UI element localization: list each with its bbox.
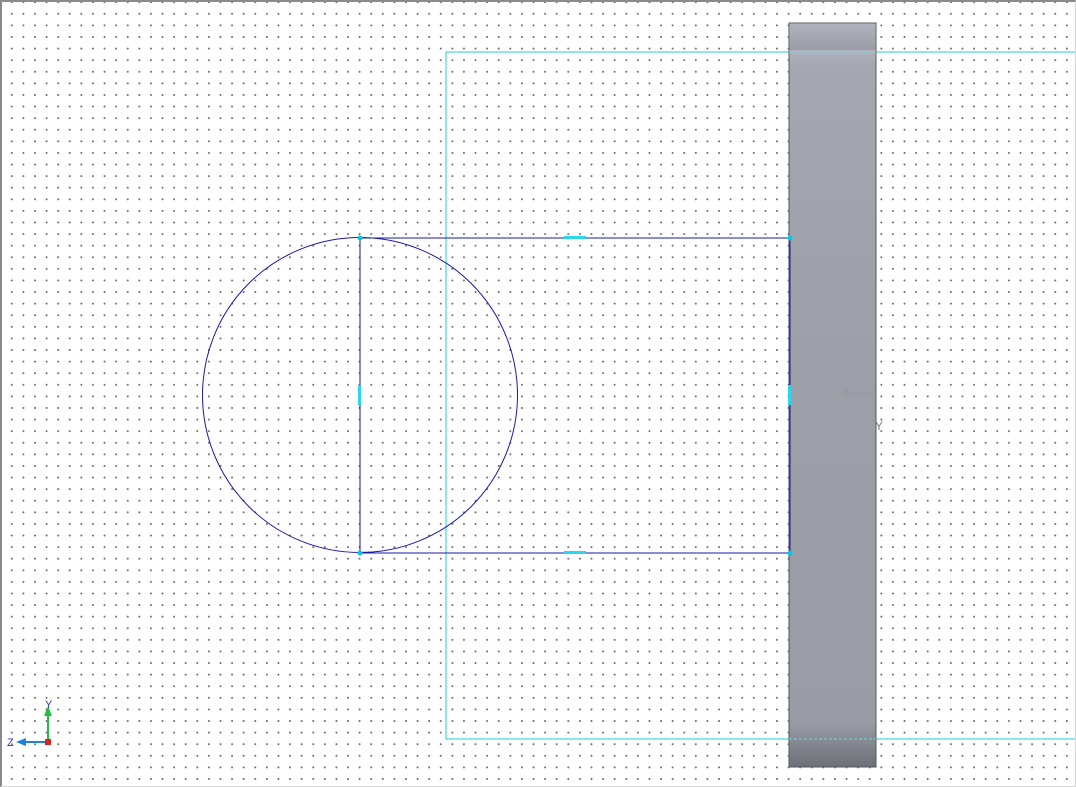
horizontal-relation-bottom[interactable] [564, 551, 586, 554]
triad-origin-icon [45, 739, 51, 745]
view-triad[interactable]: Y Z [7, 699, 53, 749]
vertical-relation-diameter[interactable] [358, 385, 361, 405]
graphics-viewport[interactable]: Y Y Z [0, 0, 1076, 787]
endpoint-top-left[interactable] [357, 235, 363, 241]
endpoint-top-right[interactable] [787, 235, 793, 241]
relation-markers [358, 236, 791, 554]
sketch-canvas[interactable]: Y Y Z [2, 2, 1076, 787]
vertical-relation-right[interactable] [788, 385, 791, 405]
plane-boundary[interactable] [445, 51, 1076, 740]
triad-z-label: Z [7, 737, 14, 749]
horizontal-relation-top[interactable] [564, 236, 586, 239]
solid-body-top-edge [790, 24, 875, 50]
sketch-endpoints[interactable] [357, 235, 793, 556]
sketch-geometry[interactable] [202, 237, 791, 554]
solid-body[interactable] [788, 22, 877, 768]
endpoint-bottom-left[interactable] [357, 550, 363, 556]
solid-body-face[interactable] [788, 22, 877, 768]
sketch-origin-y-label: Y [875, 419, 883, 433]
endpoint-bottom-right[interactable] [787, 550, 793, 556]
triad-y-label: Y [45, 699, 53, 711]
triad-z-arrow-icon [16, 738, 26, 746]
